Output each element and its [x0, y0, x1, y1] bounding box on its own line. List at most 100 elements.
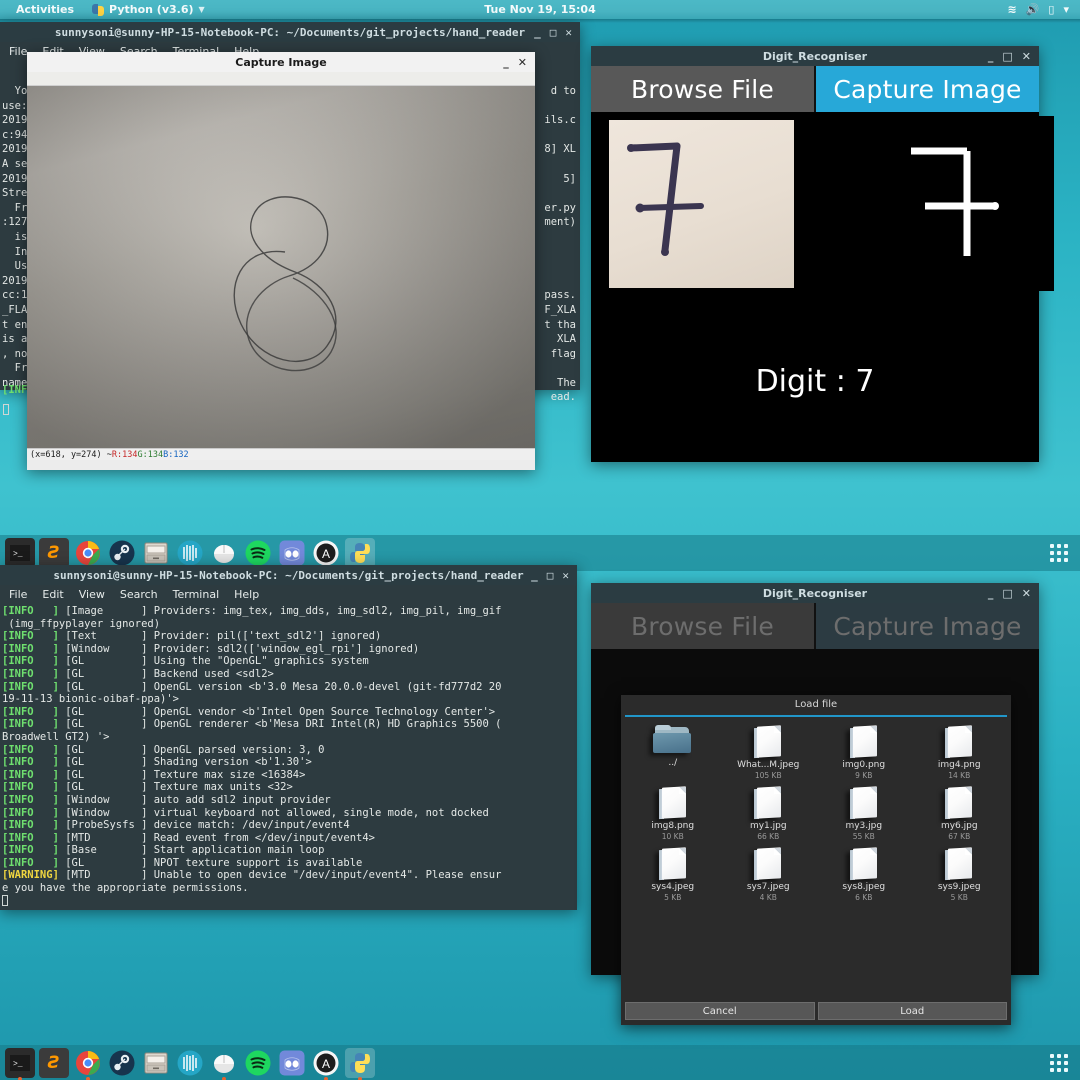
discord-glyph	[279, 540, 305, 566]
app-menu-button[interactable]: Python (v3.6) ▼	[83, 0, 214, 19]
browse-file-button[interactable]: Browse File	[591, 66, 816, 112]
file-item[interactable]: sys7.jpeg 4 KB	[721, 847, 817, 902]
maximize-button[interactable]: □	[547, 570, 554, 581]
menu-help[interactable]: Help	[234, 588, 259, 601]
file-item[interactable]: img4.png 14 KB	[912, 725, 1008, 780]
close-button[interactable]: ✕	[562, 570, 569, 581]
minimize-button[interactable]: _	[988, 588, 994, 599]
show-applications-icon[interactable]	[1050, 544, 1068, 562]
close-button[interactable]: ✕	[1022, 51, 1031, 62]
digit-top-window-controls[interactable]: _ □ ✕	[988, 51, 1039, 62]
file-name: my3.jpg	[845, 821, 883, 831]
sublime-text-icon[interactable]: Ƨ	[39, 1048, 69, 1078]
browse-file-button[interactable]: Browse File	[591, 603, 816, 649]
file-item[interactable]: my1.jpg 66 KB	[721, 786, 817, 841]
discord-glyph	[279, 1050, 305, 1076]
close-button[interactable]: ✕	[1022, 588, 1031, 599]
file-item[interactable]: my3.jpg 55 KB	[816, 786, 912, 841]
file-item[interactable]: sys4.jpeg 5 KB	[625, 847, 721, 902]
chrome-icon[interactable]	[73, 1048, 103, 1078]
sound-app-icon[interactable]	[175, 538, 205, 568]
show-applications-icon[interactable]	[1050, 1054, 1068, 1072]
terminal-top-cursor	[3, 398, 9, 417]
top-panel: Activities Python (v3.6) ▼ Tue Nov 19, 1…	[0, 0, 1080, 19]
chrome-icon[interactable]	[73, 538, 103, 568]
terminal-bottom-titlebar[interactable]: sunnysoni@sunny-HP-15-Notebook-PC: ~/Doc…	[0, 565, 577, 585]
maximize-button[interactable]: □	[550, 27, 557, 38]
digit-recogniser-window-top[interactable]: Digit_Recogniser _ □ ✕ Browse File Captu…	[591, 46, 1054, 462]
dock-bottom[interactable]: >_ Ƨ A	[0, 1045, 1080, 1080]
log-message: ] OpenGL version <b'3.0 Mesa 20.0.0-deve…	[141, 680, 502, 693]
python-app-icon[interactable]	[345, 1048, 375, 1078]
terminal-log-line: [INFO ] [Window ] auto add sdl2 input pr…	[2, 794, 574, 807]
dialog-buttons[interactable]: Cancel Load	[625, 1002, 1007, 1020]
load-button[interactable]: Load	[817, 1002, 1007, 1020]
terminal-bottom-menubar[interactable]: File Edit View Search Terminal Help	[0, 585, 577, 603]
steam-icon[interactable]	[107, 538, 137, 568]
menu-file[interactable]: File	[9, 588, 27, 601]
log-module: [GL	[58, 705, 142, 718]
files-icon[interactable]	[141, 1048, 171, 1078]
menu-view[interactable]: View	[79, 588, 105, 601]
log-module: [GL	[58, 856, 142, 869]
cancel-button[interactable]: Cancel	[625, 1002, 815, 1020]
capture-titlebar[interactable]: Capture Image _ ✕	[27, 52, 535, 72]
file-item[interactable]: sys9.jpeg 5 KB	[912, 847, 1008, 902]
capture-window-controls[interactable]: _ ✕	[503, 57, 535, 68]
mouse-app-icon[interactable]	[209, 538, 239, 568]
discord-icon[interactable]	[277, 538, 307, 568]
webcam-preview[interactable]	[27, 86, 535, 448]
menu-terminal[interactable]: Terminal	[173, 588, 220, 601]
spotify-icon[interactable]	[243, 1048, 273, 1078]
discord-icon[interactable]	[277, 1048, 307, 1078]
capture-image-button[interactable]: Capture Image	[816, 603, 1039, 649]
terminal-top-titlebar[interactable]: sunnysoni@sunny-HP-15-Notebook-PC: ~/Doc…	[0, 22, 580, 42]
digit-bottom-titlebar[interactable]: Digit_Recogniser _ □ ✕	[591, 583, 1039, 603]
terminal-log-line: [INFO ] [Base ] Start application main l…	[2, 844, 574, 857]
file-item[interactable]: img0.png 9 KB	[816, 725, 912, 780]
sublime-text-icon[interactable]: Ƨ	[39, 538, 69, 568]
close-button[interactable]: ✕	[565, 27, 572, 38]
maximize-button[interactable]: □	[1002, 588, 1012, 599]
file-item[interactable]: my6.jpg 67 KB	[912, 786, 1008, 841]
file-item[interactable]: img8.png 10 KB	[625, 786, 721, 841]
digit-recogniser-window-bottom[interactable]: Digit_Recogniser _ □ ✕ Browse File Captu…	[591, 583, 1039, 1025]
menu-file[interactable]: File	[9, 45, 27, 58]
close-button[interactable]: ✕	[518, 57, 527, 68]
steam-icon[interactable]	[107, 1048, 137, 1078]
terminal-window-bottom[interactable]: sunnysoni@sunny-HP-15-Notebook-PC: ~/Doc…	[0, 565, 577, 910]
menu-search[interactable]: Search	[120, 588, 158, 601]
terminal-icon[interactable]: >_	[5, 1048, 35, 1078]
minimize-button[interactable]: _	[988, 51, 994, 62]
activities-button[interactable]: Activities	[7, 0, 83, 19]
ubuntu-software-icon[interactable]: A	[311, 1048, 341, 1078]
window-controls[interactable]: _ □ ✕	[531, 570, 577, 581]
capture-image-window[interactable]: Capture Image _ ✕ (x=618, y=274) ~ R:134…	[27, 52, 535, 470]
sound-app-icon[interactable]	[175, 1048, 205, 1078]
menu-edit[interactable]: Edit	[42, 588, 63, 601]
window-controls[interactable]: _ □ ✕	[534, 27, 580, 38]
file-item[interactable]: sys8.jpeg 6 KB	[816, 847, 912, 902]
python-app-icon[interactable]	[345, 538, 375, 568]
files-icon[interactable]	[141, 538, 171, 568]
terminal-icon[interactable]: >_	[5, 538, 35, 568]
mouse-app-icon[interactable]	[209, 1048, 239, 1078]
digit-bottom-tabbar[interactable]: Browse File Capture Image	[591, 603, 1039, 649]
file-list[interactable]: ../What...M.jpeg 105 KB img0.png 9 KB img4.p…	[621, 717, 1011, 902]
minimize-button[interactable]: _	[534, 27, 541, 38]
load-file-dialog[interactable]: Load file ../What...M.jpeg 105 KB img0.png…	[621, 695, 1011, 1025]
file-item[interactable]: ../	[625, 725, 721, 780]
system-tray[interactable]: ≋ 🔊 ▯ ▾	[1007, 4, 1073, 15]
capture-image-button[interactable]: Capture Image	[816, 66, 1039, 112]
terminal-log-line: [INFO ] [GL ] OpenGL vendor <b'Intel Ope…	[2, 706, 574, 719]
log-module: [GL	[58, 768, 142, 781]
digit-top-titlebar[interactable]: Digit_Recogniser _ □ ✕	[591, 46, 1039, 66]
minimize-button[interactable]: _	[503, 57, 509, 68]
spotify-icon[interactable]	[243, 538, 273, 568]
digit-top-tabbar[interactable]: Browse File Capture Image	[591, 66, 1039, 112]
maximize-button[interactable]: □	[1002, 51, 1012, 62]
file-item[interactable]: What...M.jpeg 105 KB	[721, 725, 817, 780]
digit-bottom-window-controls[interactable]: _ □ ✕	[988, 588, 1039, 599]
ubuntu-software-icon[interactable]: A	[311, 538, 341, 568]
minimize-button[interactable]: _	[531, 570, 538, 581]
